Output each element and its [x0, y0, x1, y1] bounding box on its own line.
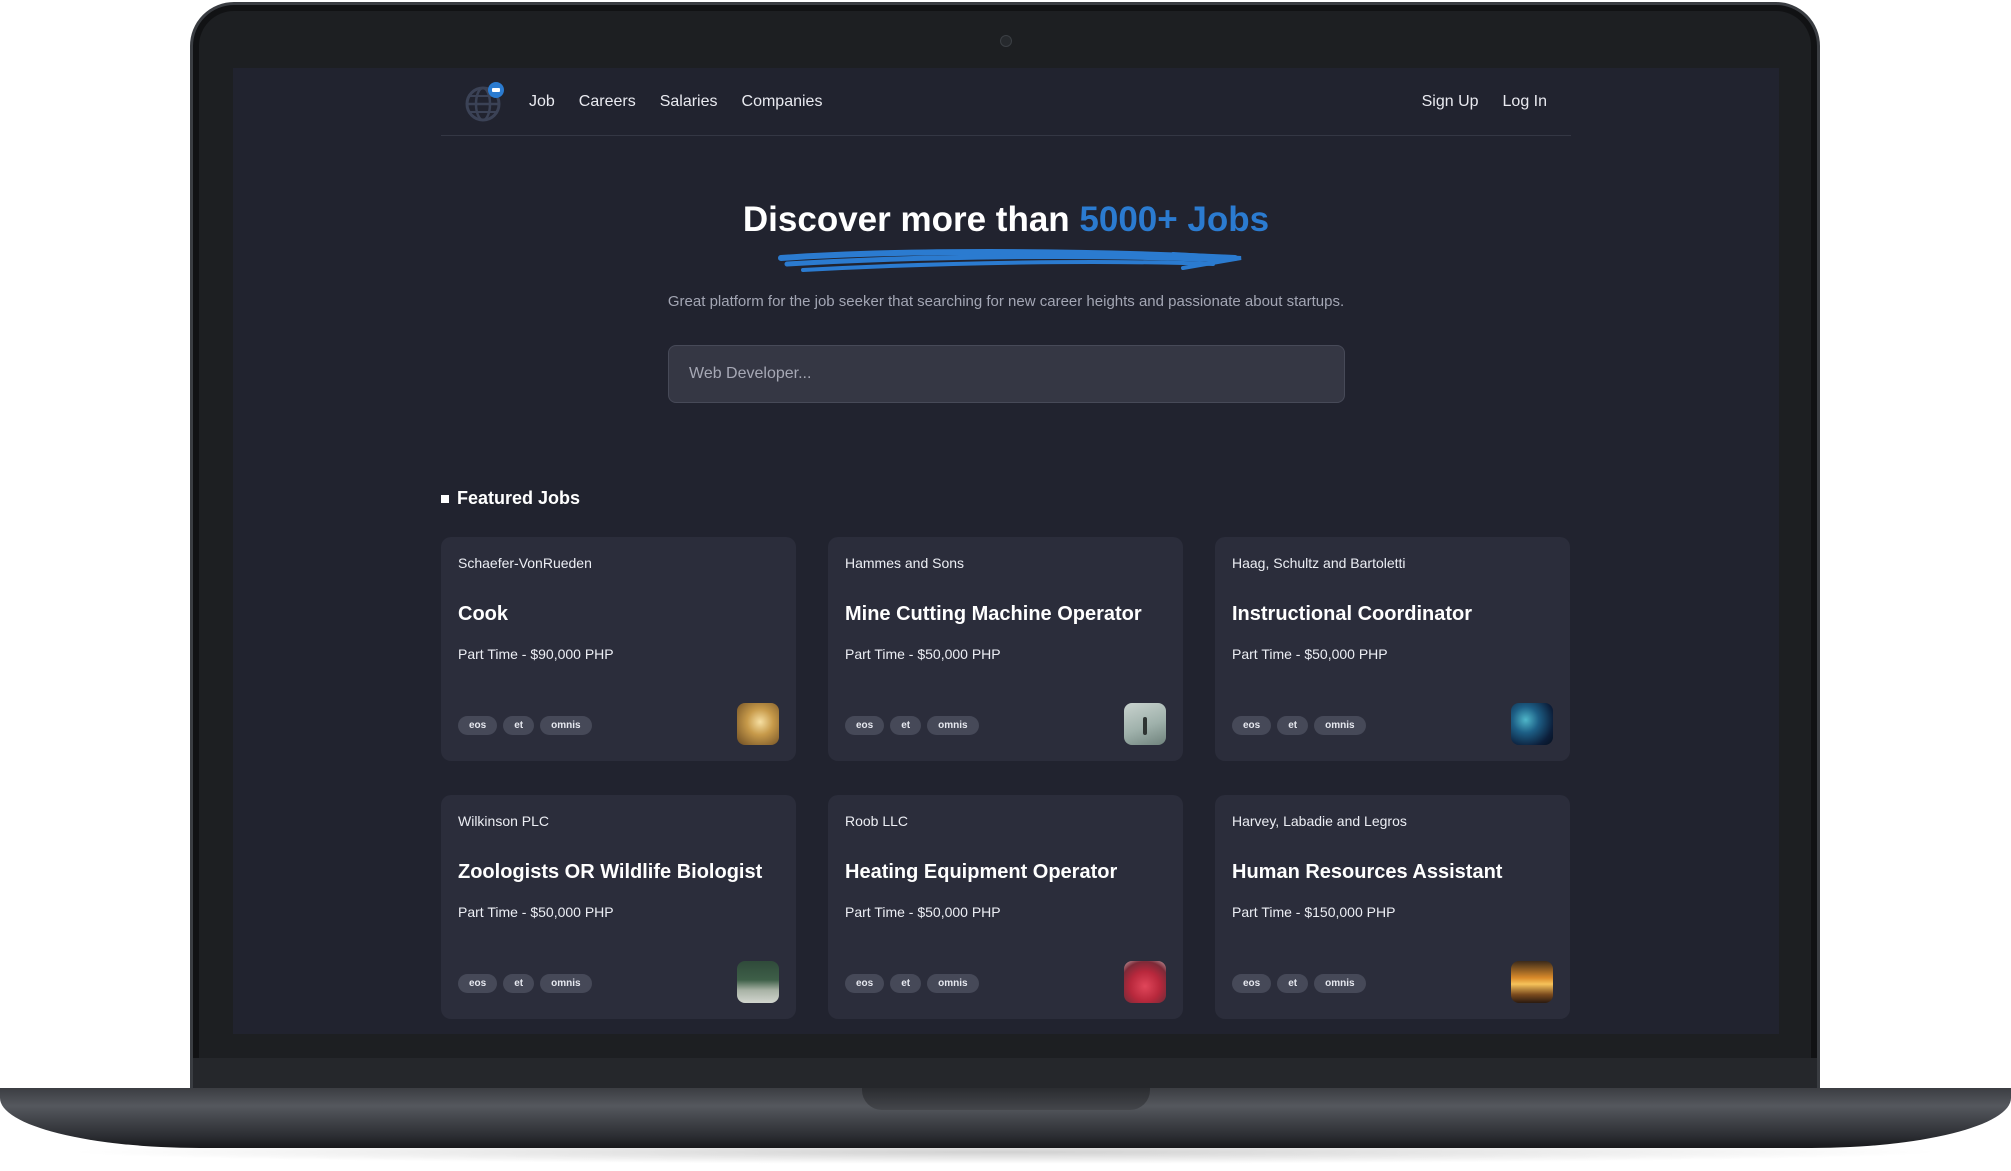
job-tags: eos et omnis — [1232, 716, 1366, 735]
logo-globe-icon[interactable] — [463, 80, 507, 124]
job-meta: Part Time - $150,000 PHP — [1232, 904, 1396, 920]
company-thumbnail — [737, 703, 779, 745]
job-tags: eos et omnis — [845, 974, 979, 993]
job-tags: eos et omnis — [458, 974, 592, 993]
company-thumbnail — [1511, 961, 1553, 1003]
nav-link-job[interactable]: Job — [529, 93, 555, 111]
job-company: Roob LLC — [845, 813, 909, 829]
hero-title-accent: 5000+ Jobs — [1079, 200, 1270, 239]
job-title[interactable]: Instructional Coordinator — [1232, 603, 1553, 626]
job-company: Haag, Schultz and Bartoletti — [1232, 555, 1406, 571]
job-tags: eos et omnis — [458, 716, 592, 735]
company-thumbnail — [1511, 703, 1553, 745]
job-meta: Part Time - $50,000 PHP — [845, 904, 1001, 920]
tag-chip[interactable]: omnis — [1314, 974, 1366, 993]
tag-chip[interactable]: et — [1277, 716, 1309, 735]
tag-chip[interactable]: et — [503, 974, 535, 993]
tag-chip[interactable]: et — [890, 974, 922, 993]
job-meta: Part Time - $90,000 PHP — [458, 646, 614, 662]
company-thumbnail — [1124, 703, 1166, 745]
job-title[interactable]: Mine Cutting Machine Operator — [845, 603, 1166, 626]
tag-chip[interactable]: et — [1277, 974, 1309, 993]
screen: Job Careers Salaries Companies Sign Up L… — [233, 68, 1779, 1034]
job-title[interactable]: Human Resources Assistant — [1232, 861, 1553, 884]
tag-chip[interactable]: omnis — [927, 974, 979, 993]
featured-heading-label: Featured Jobs — [457, 488, 581, 508]
job-meta: Part Time - $50,000 PHP — [458, 904, 614, 920]
laptop-notch — [862, 1088, 1150, 1110]
laptop-bottom-bezel — [193, 1058, 1817, 1088]
job-card[interactable]: Hammes and Sons Mine Cutting Machine Ope… — [828, 537, 1183, 761]
tag-chip[interactable]: et — [503, 716, 535, 735]
tag-chip[interactable]: et — [890, 716, 922, 735]
tag-chip[interactable]: eos — [1232, 974, 1272, 993]
job-title[interactable]: Heating Equipment Operator — [845, 861, 1166, 884]
brush-underline-decoration — [778, 249, 1242, 272]
camera-icon — [1000, 35, 1012, 47]
tag-chip[interactable]: eos — [845, 974, 885, 993]
tag-chip[interactable]: omnis — [540, 716, 592, 735]
hero-title-prefix: Discover more than — [742, 200, 1080, 239]
job-title[interactable]: Zoologists OR Wildlife Biologist — [458, 861, 779, 884]
navbar: Job Careers Salaries Companies Sign Up L… — [441, 68, 1571, 136]
job-card[interactable]: Haag, Schultz and Bartoletti Instruction… — [1215, 537, 1570, 761]
tag-chip[interactable]: eos — [1232, 716, 1272, 735]
job-tags: eos et omnis — [845, 716, 979, 735]
job-company: Hammes and Sons — [845, 555, 965, 571]
auth-links: Sign Up Log In — [1422, 93, 1547, 111]
nav-link-salaries[interactable]: Salaries — [660, 93, 718, 111]
nav-links: Job Careers Salaries Companies — [529, 93, 822, 111]
featured-heading: Featured Jobs — [441, 488, 580, 509]
tag-chip[interactable]: eos — [458, 974, 498, 993]
job-tags: eos et omnis — [1232, 974, 1366, 993]
nav-link-companies[interactable]: Companies — [742, 93, 823, 111]
job-card[interactable]: Wilkinson PLC Zoologists OR Wildlife Bio… — [441, 795, 796, 1019]
tag-chip[interactable]: omnis — [927, 716, 979, 735]
job-company: Schaefer-VonRueden — [458, 555, 592, 571]
job-title[interactable]: Cook — [458, 603, 779, 626]
job-meta: Part Time - $50,000 PHP — [1232, 646, 1388, 662]
square-bullet-icon — [441, 494, 449, 503]
hero-subtitle: Great platform for the job seeker that s… — [667, 293, 1345, 310]
job-company: Wilkinson PLC — [458, 813, 550, 829]
hero-title: Discover more than 5000+ Jobs — [233, 200, 1779, 240]
job-meta: Part Time - $50,000 PHP — [845, 646, 1001, 662]
tag-chip[interactable]: omnis — [1314, 716, 1366, 735]
job-card[interactable]: Roob LLC Heating Equipment Operator Part… — [828, 795, 1183, 1019]
job-card-grid: Schaefer-VonRueden Cook Part Time - $90,… — [441, 537, 1571, 1019]
job-card[interactable]: Schaefer-VonRueden Cook Part Time - $90,… — [441, 537, 796, 761]
sign-up-link[interactable]: Sign Up — [1422, 93, 1479, 111]
tag-chip[interactable]: eos — [458, 716, 498, 735]
company-thumbnail — [1124, 961, 1166, 1003]
company-thumbnail — [737, 961, 779, 1003]
nav-link-careers[interactable]: Careers — [579, 93, 636, 111]
tag-chip[interactable]: omnis — [540, 974, 592, 993]
search-input[interactable] — [668, 345, 1345, 403]
job-card[interactable]: Harvey, Labadie and Legros Human Resourc… — [1215, 795, 1570, 1019]
log-in-link[interactable]: Log In — [1503, 93, 1547, 111]
job-company: Harvey, Labadie and Legros — [1232, 813, 1407, 829]
tag-chip[interactable]: eos — [845, 716, 885, 735]
